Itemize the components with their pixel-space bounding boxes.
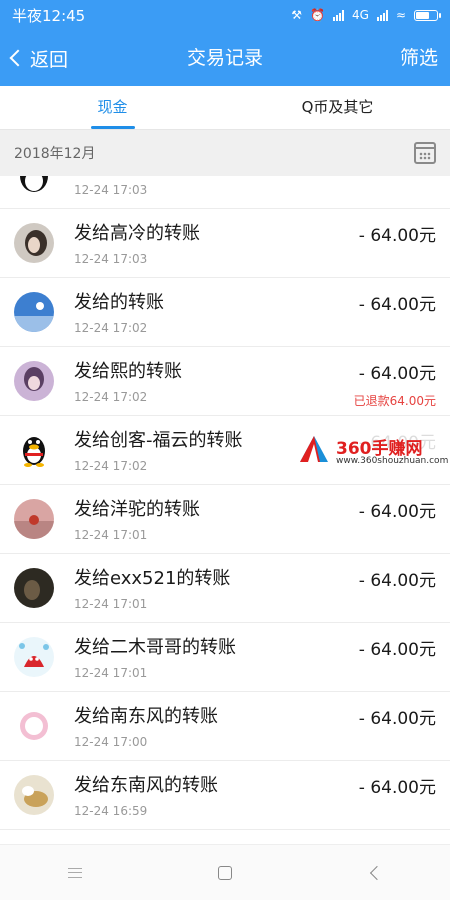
photo-avatar xyxy=(14,223,54,263)
status-bar: 半夜12:45 ⚒ ⏰ 4G ≈ xyxy=(0,0,450,30)
system-nav-bar xyxy=(0,844,450,900)
transaction-amount: - 64.00元 xyxy=(358,778,436,798)
transaction-amount: - 64.00元 xyxy=(358,364,436,384)
transaction-title: 发给东南风的转账 xyxy=(74,775,218,796)
transaction-row[interactable]: 发给高冷的转账 12-24 17:03 - 64.00元 xyxy=(0,209,450,278)
transaction-amount: - 64.00元 xyxy=(358,295,436,315)
home-icon xyxy=(218,865,232,880)
back-label: 返回 xyxy=(30,48,69,71)
transaction-title: 发给的转账 xyxy=(74,292,164,313)
mute-icon: ⚒ xyxy=(291,8,303,22)
back-button[interactable]: 返回 xyxy=(8,30,68,86)
transaction-amount: - 64.00元 xyxy=(358,640,436,660)
back-icon xyxy=(369,865,385,880)
penguin-partial-avatar xyxy=(14,176,54,194)
transaction-time: 12-24 17:02 xyxy=(74,390,148,404)
tab-qcoin-others[interactable]: Q币及其它 xyxy=(225,86,450,129)
transaction-title: 发给二木哥哥的转账 xyxy=(74,637,236,658)
signal-icon xyxy=(333,9,344,21)
transaction-time: 12-24 17:03 xyxy=(74,183,148,197)
sunset-avatar xyxy=(14,499,54,539)
header-bar: 返回 交易记录 筛选 xyxy=(0,30,450,86)
status-time: 半夜12:45 xyxy=(12,6,86,25)
month-header: 2018年12月 xyxy=(0,130,450,176)
transaction-title: 发给熙的转账 xyxy=(74,361,182,382)
wifi-icon: ≈ xyxy=(395,8,406,22)
transaction-amount: - 64.00元 xyxy=(358,709,436,729)
watermark: 360手赚网 www.360shouzhuan.com xyxy=(298,432,448,468)
girl-avatar xyxy=(14,361,54,401)
month-label: 2018年12月 xyxy=(14,146,96,162)
transaction-title: 发给南东风的转账 xyxy=(74,706,218,727)
menu-button[interactable] xyxy=(55,853,95,893)
system-back-button[interactable] xyxy=(355,853,395,893)
tab-cash[interactable]: 现金 xyxy=(0,86,225,129)
transaction-time: 12-24 16:59 xyxy=(74,804,148,818)
transaction-time: 12-24 17:01 xyxy=(74,666,148,680)
transaction-row[interactable]: 发给exx521的转账 12-24 17:01 - 64.00元 xyxy=(0,554,450,623)
watermark-url: www.360shouzhuan.com xyxy=(336,456,449,466)
transaction-list-inner: 12-24 17:03 发给高冷的转账 12-24 17:03- 64.00元 发给的… xyxy=(0,176,450,844)
transaction-time: 12-24 17:02 xyxy=(74,459,148,473)
transaction-row[interactable]: 12-24 17:03 xyxy=(0,176,450,209)
transaction-list[interactable]: 12-24 17:03 发给高冷的转账 12-24 17:03- 64.00元 发给的… xyxy=(0,176,450,844)
battery-icon xyxy=(414,9,441,21)
transaction-time: 12-24 17:00 xyxy=(74,735,148,749)
transaction-row[interactable]: 发给洋驼的转账 12-24 17:01 - 64.00元 xyxy=(0,485,450,554)
filter-button[interactable]: 筛选 xyxy=(400,30,438,86)
signal-icon-2 xyxy=(376,9,388,21)
dark-photo-avatar xyxy=(14,568,54,608)
transaction-amount: - 64.00元 xyxy=(358,226,436,246)
menu-icon xyxy=(68,867,82,878)
transaction-amount: - 64.00元 xyxy=(358,571,436,591)
chevron-left-icon xyxy=(9,49,27,67)
watermark-logo xyxy=(300,436,328,462)
alarm-icon: ⏰ xyxy=(310,8,325,22)
transaction-row[interactable]: 发给南东风的转账 12-24 17:00 - 64.00元 xyxy=(0,692,450,761)
transaction-row[interactable]: 发给的转账 12-24 17:02 - 64.00元 xyxy=(0,278,450,347)
transaction-row[interactable]: 发给二木哥哥的转账 12-24 17:01 - 64.00元 xyxy=(0,623,450,692)
transaction-row[interactable]: 发给东南风的转账 12-24 16:59 - 64.00元 xyxy=(0,761,450,830)
network-type: 4G xyxy=(352,8,369,22)
transaction-time: 12-24 17:03 xyxy=(74,252,148,266)
transaction-title: 发给exx521的转账 xyxy=(74,568,231,589)
calendar-icon[interactable] xyxy=(414,142,436,164)
transaction-time: 12-24 17:01 xyxy=(74,528,148,542)
transaction-row[interactable]: 发给三脚猫的转账12-24 16:59- 64.00元 xyxy=(0,830,450,844)
transaction-row[interactable]: 发给熙的转账 12-24 17:02 - 64.00元已退款64.00元 xyxy=(0,347,450,416)
transaction-title: 发给洋驼的转账 xyxy=(74,499,200,520)
cartoon-avatar xyxy=(14,637,54,677)
transaction-title: 发给创客-福云的转账 xyxy=(74,430,243,451)
transaction-amount: - 64.00元 xyxy=(358,502,436,522)
transaction-title: 发给高冷的转账 xyxy=(74,223,200,244)
qq-penguin-avatar xyxy=(14,430,54,470)
tab-bar: 现金 Q币及其它 xyxy=(0,86,450,130)
transaction-time: 12-24 17:01 xyxy=(74,597,148,611)
pink-avatar xyxy=(14,706,54,746)
food-avatar xyxy=(14,775,54,815)
home-button[interactable] xyxy=(205,853,245,893)
sky-avatar xyxy=(14,292,54,332)
transaction-time: 12-24 17:02 xyxy=(74,321,148,335)
refund-status: 已退款64.00元 xyxy=(353,394,436,408)
status-icons: ⚒ ⏰ 4G ≈ xyxy=(291,8,441,22)
